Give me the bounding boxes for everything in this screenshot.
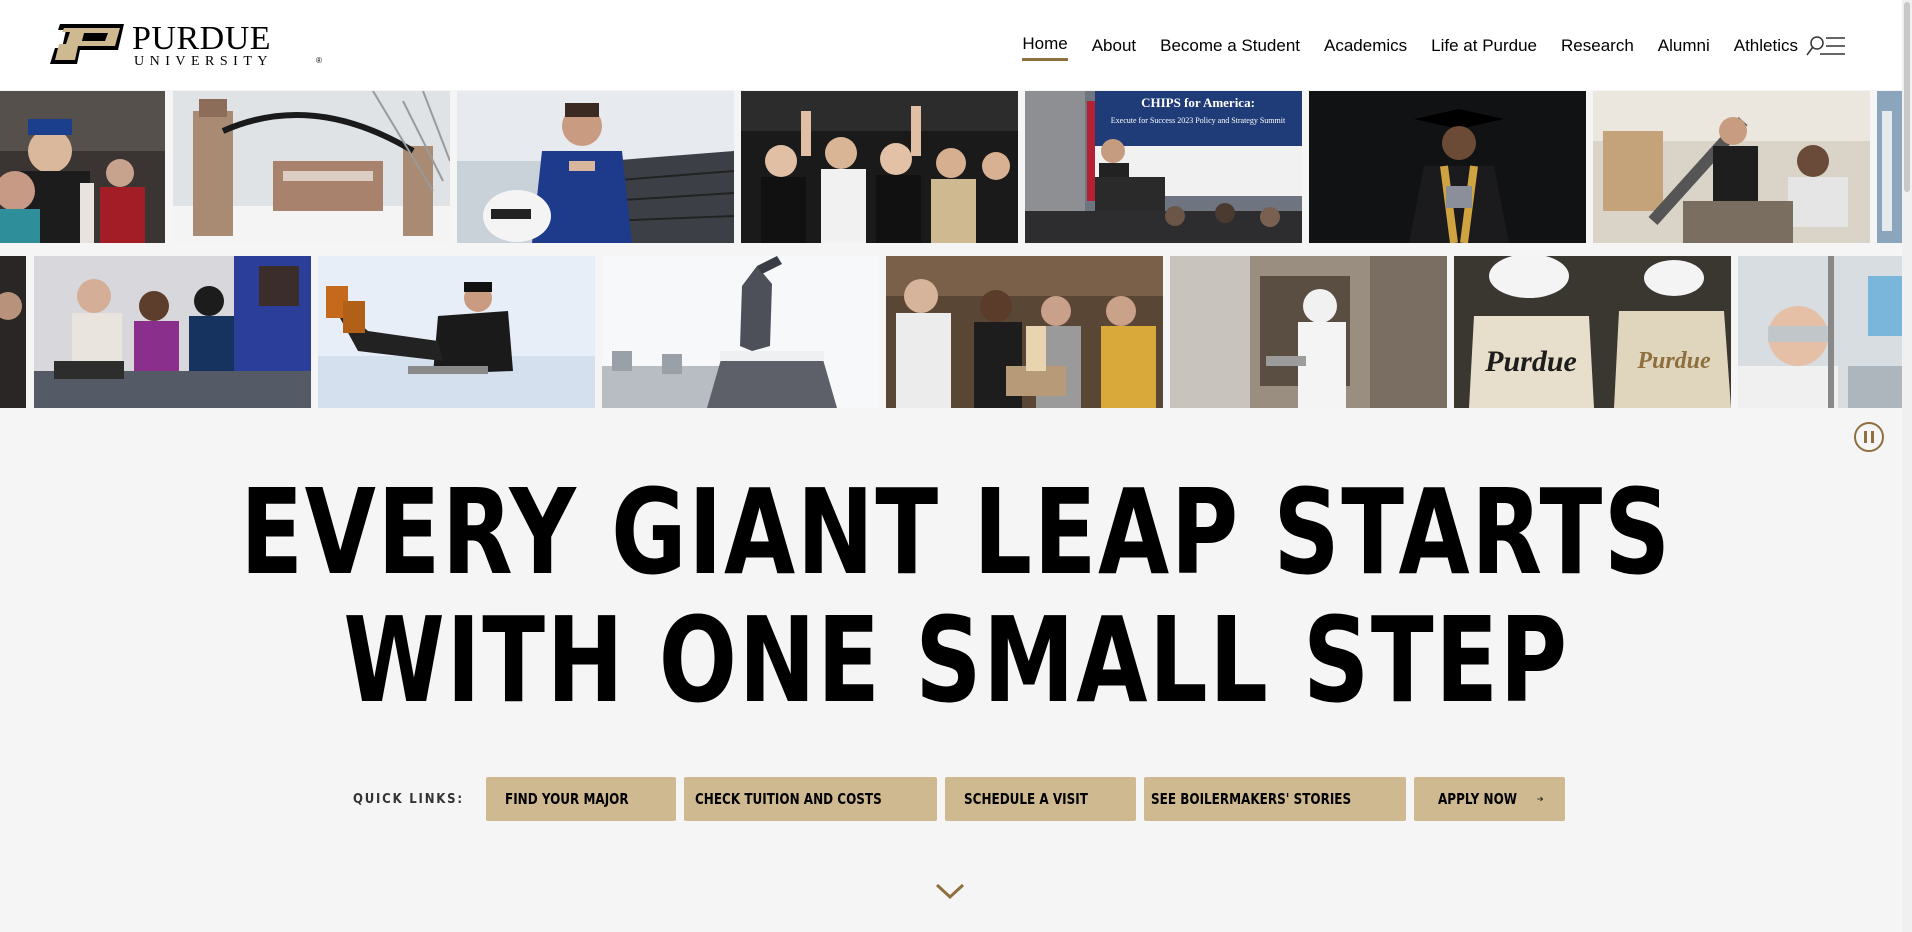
hero-headline-line-2: WITH ONE SMALL STEP [343,591,1569,729]
purdue-logo[interactable]: PURDUE UNIVERSITY ® [50,20,322,69]
pause-slideshow-button[interactable] [1854,422,1884,452]
schedule-a-visit-button[interactable]: SCHEDULE A VISIT [944,777,1136,821]
scrollbar-thumb[interactable] [1904,2,1910,192]
nav-item-alumni[interactable]: Alumni [1658,36,1710,60]
student-section-fans-photo [741,91,1018,243]
see-boilermakers-stories-label: SEE BOILERMAKERS' STORIES [1150,790,1351,808]
photo-strip-row-2: Purdue Purdue [0,256,1912,408]
quick-links-label: QUICK LINKS: [353,791,464,807]
nav-item-home[interactable]: Home [1022,34,1068,61]
photo-strip-row-1: CHIPS for America: Execute for Success 2… [0,91,1912,243]
race-driver-photo [457,91,734,243]
chips-for-america-summit-photo: CHIPS for America: Execute for Success 2… [1025,91,1302,243]
band-jacket-text-right: Purdue [1636,348,1711,374]
boilermaker-statue-snow-photo [602,256,879,408]
search-menu-icon[interactable] [1806,34,1846,58]
sledding-student-photo [318,256,595,408]
check-tuition-and-costs-button[interactable]: CHECK TUITION AND COSTS [683,777,937,821]
page-scrollbar[interactable] [1902,0,1912,932]
arrow-right-icon [1536,796,1543,802]
apply-now-label: APPLY NOW [1437,790,1517,808]
purdue-p-logo-icon [50,24,124,64]
quick-links-bar: QUICK LINKS: FIND YOUR MAJOR CHECK TUITI… [353,777,1573,821]
band-jacket-text-left: Purdue [1484,345,1577,378]
pause-icon [1864,431,1867,443]
logo-word-university: UNIVERSITY [134,54,273,69]
lab-safety-goggles-photo [1738,256,1912,408]
purdue-gateway-snow-photo [173,91,450,243]
see-boilermakers-stories-button[interactable]: SEE BOILERMAKERS' STORIES [1143,777,1406,821]
pause-icon-bar [1871,431,1874,443]
summit-banner-subtitle: Execute for Success 2023 Policy and Stra… [1111,116,1286,125]
graduate-portrait-photo [1309,91,1586,243]
logo-word-purdue: PURDUE [132,20,272,57]
students-lounge-photo [886,256,1163,408]
hero-headline-line-1: EVERY GIANT LEAP STARTS [240,463,1672,601]
nav-item-academics[interactable]: Academics [1324,36,1407,60]
engineering-lab-photo [1593,91,1870,243]
apply-now-button[interactable]: APPLY NOW [1413,777,1565,821]
nav-item-about[interactable]: About [1092,36,1136,60]
logo-registered-mark: ® [316,56,322,65]
scroll-down-chevron-icon[interactable] [935,882,965,900]
nav-item-research[interactable]: Research [1561,36,1634,60]
graduation-celebration-photo [0,91,165,243]
find-your-major-label: FIND YOUR MAJOR [504,790,629,808]
site-header: PURDUE UNIVERSITY ® Home About Become a … [0,0,1912,90]
nav-item-become-a-student[interactable]: Become a Student [1160,36,1300,60]
cleanroom-researcher-photo [1170,256,1447,408]
nav-item-athletics[interactable]: Athletics [1734,36,1798,60]
partial-photo-row2-edge [0,256,26,408]
schedule-a-visit-label: SCHEDULE A VISIT [963,790,1088,808]
main-nav: Home About Become a Student Academics Li… [998,34,1798,61]
find-your-major-button[interactable]: FIND YOUR MAJOR [485,777,676,821]
hero-headline: EVERY GIANT LEAP STARTS WITH ONE SMALL S… [210,468,1701,724]
summit-banner-title: CHIPS for America: [1141,95,1255,110]
nav-item-life-at-purdue[interactable]: Life at Purdue [1431,36,1537,60]
marching-band-photo: Purdue Purdue [1454,256,1731,408]
maker-lab-students-photo [34,256,311,408]
check-tuition-label: CHECK TUITION AND COSTS [694,790,882,808]
